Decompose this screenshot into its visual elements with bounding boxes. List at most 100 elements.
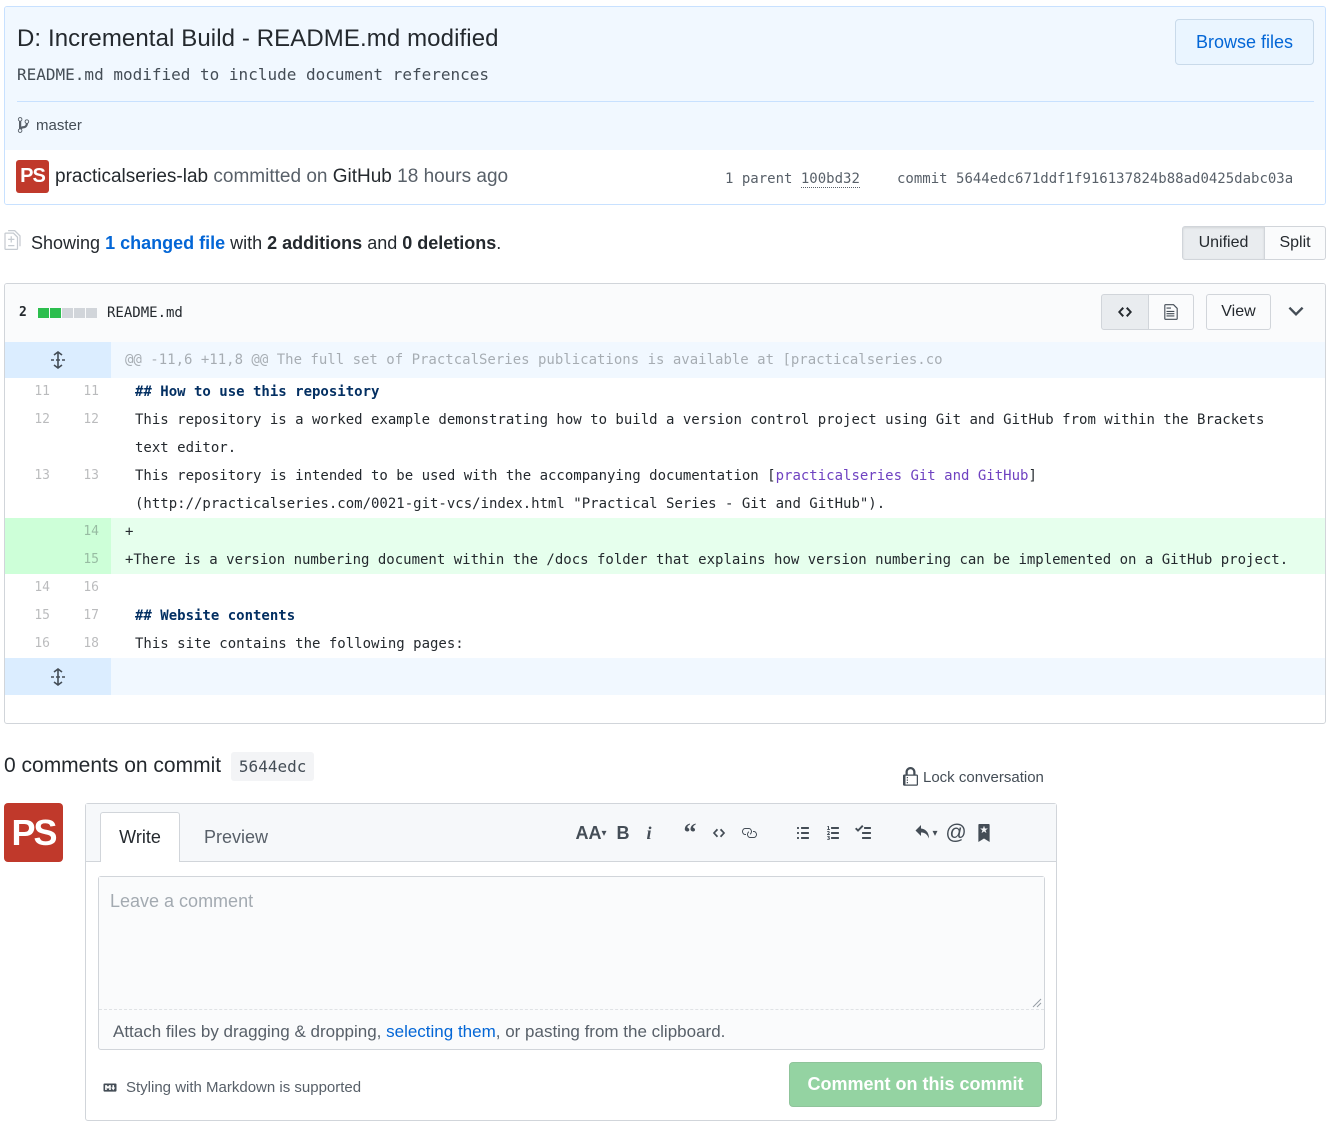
browse-files-button[interactable]: Browse files — [1175, 19, 1314, 65]
rich-diff-button[interactable] — [1149, 294, 1194, 330]
old-line-number[interactable] — [5, 546, 58, 574]
user-avatar[interactable]: PS — [4, 803, 63, 862]
link-button[interactable] — [734, 818, 764, 848]
lock-icon — [903, 767, 918, 786]
diff-code: ## How to use this repository — [111, 378, 1325, 406]
unified-button[interactable]: Unified — [1182, 226, 1265, 260]
tab-write[interactable]: Write — [100, 812, 180, 862]
comment-submit-button[interactable]: Comment on this commit — [789, 1062, 1042, 1107]
ordered-list-button[interactable] — [818, 818, 848, 848]
commit-header: D: Incremental Build - README.md modifie… — [4, 6, 1326, 205]
with-text: with — [230, 233, 263, 253]
markdown-note[interactable]: Styling with Markdown is supported — [100, 1079, 361, 1096]
markdown-note-text: Styling with Markdown is supported — [126, 1079, 362, 1096]
code-link-text: practicalseries Git and GitHub — [775, 468, 1029, 484]
new-line-number[interactable]: 17 — [58, 602, 111, 630]
new-line-number[interactable]: 13 — [58, 462, 111, 518]
diff-code: This repository is intended to be used w… — [111, 462, 1325, 518]
new-line-number[interactable]: 18 — [58, 630, 111, 658]
diffstat-count: 2 — [19, 305, 27, 320]
comment-textarea[interactable] — [99, 877, 1044, 1010]
commit-sha-badge: 5644edc — [230, 752, 315, 781]
diff-lines: 11 11 ## How to use this repository 12 12 Thi… — [5, 378, 1325, 658]
resize-handle-icon[interactable] — [1032, 998, 1042, 1008]
old-line-number[interactable]: 12 — [5, 406, 58, 462]
caret-icon: ▾ — [601, 827, 607, 839]
unordered-list-button[interactable] — [788, 818, 818, 848]
display-toggle — [1101, 294, 1194, 330]
comment-form: Write Preview AA ▾ B i “ ▾ @ Leave a com… — [85, 803, 1057, 1121]
unfold-icon — [51, 351, 65, 369]
diff-line-context: 15 17 ## Website contents — [5, 602, 1325, 630]
file-diff: 2 README.md View @@ -11,6 +11,8 @@ The f… — [4, 283, 1326, 724]
committer-link[interactable]: GitHub — [333, 166, 392, 187]
attach-text-a: Attach files by dragging & dropping, — [113, 1022, 387, 1041]
old-line-number[interactable]: 14 — [5, 574, 58, 602]
old-line-number[interactable]: 13 — [5, 462, 58, 518]
commit-meta: PS practicalseries-lab committed on GitH… — [5, 150, 1325, 204]
lock-conversation-button[interactable]: Lock conversation — [903, 767, 1044, 787]
comments-heading: 0 comments on commit 5644edc — [4, 752, 315, 781]
committed-on-text: committed on — [213, 166, 328, 187]
new-line-number[interactable]: 16 — [58, 574, 111, 602]
deletions-count: 0 deletions — [402, 233, 497, 253]
period-text: . — [496, 233, 502, 253]
file-name[interactable]: README.md — [107, 305, 183, 321]
expand-down-button[interactable] — [5, 658, 111, 695]
mention-button[interactable]: @ — [942, 818, 970, 848]
italic-button[interactable]: i — [636, 818, 662, 848]
old-line-number[interactable]: 16 — [5, 630, 58, 658]
diff-line-addition: 14 + — [5, 518, 1325, 546]
diff-line-context: 14 16 — [5, 574, 1325, 602]
bold-button[interactable]: B — [610, 818, 636, 848]
split-button[interactable]: Split — [1265, 226, 1326, 260]
quote-button[interactable]: “ — [676, 818, 704, 848]
new-line-number[interactable]: 12 — [58, 406, 111, 462]
diff-table: @@ -11,6 +11,8 @@ The full set of Practc… — [5, 342, 1325, 695]
select-files-link[interactable]: selecting them — [386, 1022, 496, 1041]
attach-text-b: , or pasting from the clipboard. — [495, 1022, 726, 1041]
chevron-down-icon[interactable] — [1285, 300, 1307, 322]
diff-line-context: 12 12 This repository is a worked example … — [5, 406, 1325, 462]
attach-files-hint: Attach files by dragging & dropping, sel… — [113, 1022, 725, 1042]
code-text: +There is a version numbering document w… — [125, 552, 1289, 568]
new-line-number[interactable]: 14 — [58, 518, 111, 546]
code-icon — [1118, 307, 1132, 317]
code-button[interactable] — [704, 818, 734, 848]
old-line-number[interactable] — [5, 518, 58, 546]
source-diff-button[interactable] — [1101, 294, 1149, 330]
changed-files-link[interactable]: 1 changed file — [105, 233, 225, 253]
file-diff-icon — [4, 230, 21, 250]
comment-tabs: Write Preview AA ▾ B i “ ▾ @ — [86, 804, 1056, 862]
diff-view-toggle: Unified Split — [1182, 226, 1326, 260]
author-avatar[interactable]: PS — [16, 160, 49, 193]
commit-summary: D: Incremental Build - README.md modifie… — [5, 7, 1325, 151]
view-file-button[interactable]: View — [1206, 294, 1271, 330]
heading-button[interactable]: AA ▾ — [572, 818, 610, 848]
parent-label: 1 parent — [725, 171, 793, 187]
commit-time: 18 hours ago — [397, 166, 509, 187]
new-line-number[interactable]: 11 — [58, 378, 111, 406]
file-header: 2 README.md View — [5, 284, 1325, 343]
old-line-number[interactable]: 15 — [5, 602, 58, 630]
parent-sha-link[interactable]: 100bd32 — [800, 171, 860, 188]
markdown-toolbar: AA ▾ B i “ ▾ @ — [572, 818, 998, 848]
task-list-button[interactable] — [848, 818, 878, 848]
saved-replies-button[interactable] — [970, 818, 998, 848]
markdown-icon — [103, 1083, 117, 1092]
diff-summary: Showing 1 changed file with 2 additions … — [4, 226, 1326, 264]
diff-code: +There is a version numbering document w… — [111, 546, 1325, 574]
commit-sha-value: 5644edc671ddf1f916137824b88ad0425dabc03a — [956, 171, 1294, 187]
branch-indicator[interactable]: master — [16, 116, 82, 134]
tasklist-icon — [855, 825, 871, 839]
new-line-number[interactable]: 15 — [58, 546, 111, 574]
expand-up-button[interactable] — [5, 342, 111, 378]
code-text: + — [125, 524, 134, 540]
list-unordered-icon — [797, 827, 809, 839]
reply-button[interactable]: ▾ — [908, 818, 942, 848]
commit-label: commit — [897, 171, 948, 187]
diff-line-addition: 15 +There is a version numbering document… — [5, 546, 1325, 574]
old-line-number[interactable]: 11 — [5, 378, 58, 406]
author-link[interactable]: practicalseries-lab — [55, 166, 208, 187]
tab-preview[interactable]: Preview — [190, 812, 282, 862]
